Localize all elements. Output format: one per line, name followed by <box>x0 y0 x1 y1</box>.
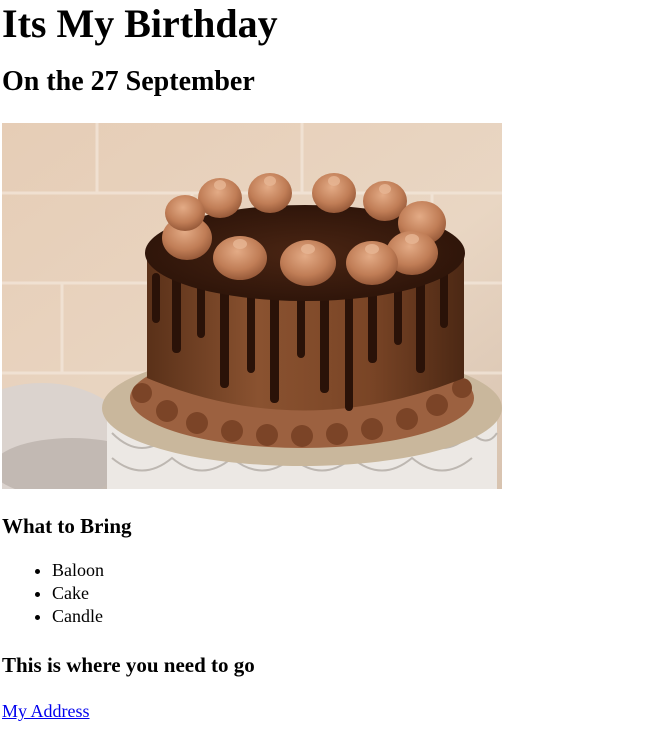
page: Its My Birthday On the 27 September What… <box>0 0 656 723</box>
list-item: Baloon <box>52 559 654 582</box>
cake-image <box>2 123 502 489</box>
bring-list: Baloon Cake Candle <box>2 559 654 628</box>
address-line: My Address <box>2 700 654 723</box>
list-item: Candle <box>52 605 654 628</box>
address-link[interactable]: My Address <box>2 701 90 721</box>
page-subtitle: On the 27 September <box>2 66 255 97</box>
location-heading: This is where you need to go <box>2 653 255 677</box>
list-item: Cake <box>52 582 654 605</box>
page-title: Its My Birthday <box>2 1 278 46</box>
bring-heading: What to Bring <box>2 514 132 538</box>
